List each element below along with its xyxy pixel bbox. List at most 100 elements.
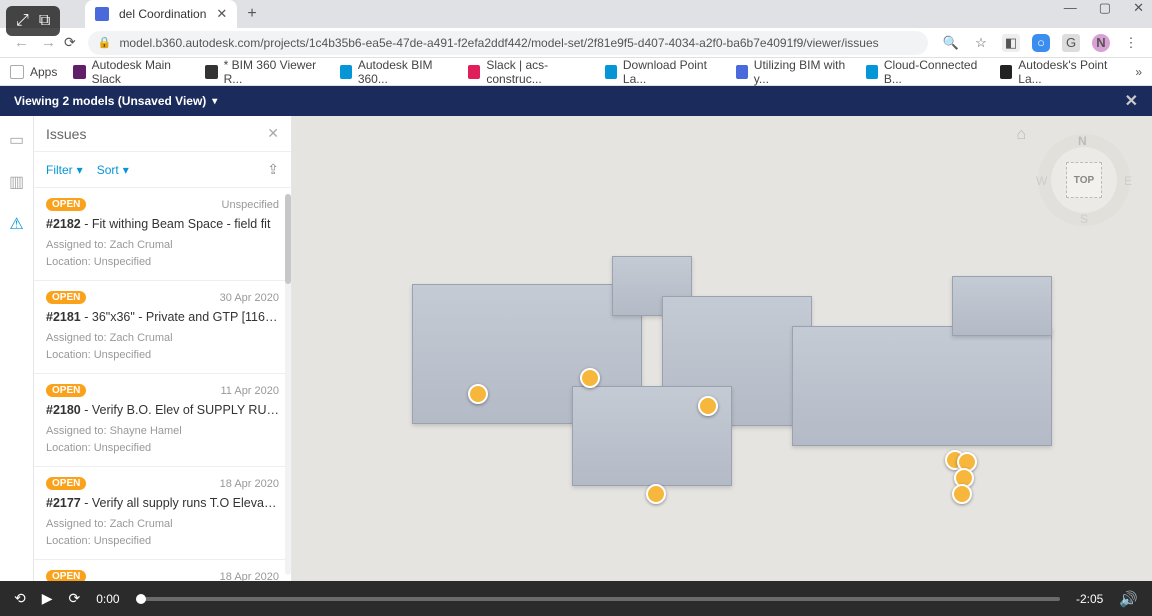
- issue-item[interactable]: OPEN Unspecified #2182 - Fit withing Beam…: [34, 188, 291, 281]
- bookmark-item[interactable]: * BIM 360 Viewer R...: [205, 58, 323, 86]
- floorplan: [412, 256, 1042, 536]
- bookmark-item[interactable]: Autodesk Main Slack: [73, 58, 189, 86]
- profile-avatar[interactable]: N: [1092, 34, 1110, 52]
- video-overlay-controls[interactable]: ⤢ ⧉: [6, 6, 60, 36]
- ext1-icon[interactable]: ◧: [1002, 34, 1020, 52]
- bookmarks-bar: Apps Autodesk Main Slack * BIM 360 Viewe…: [0, 58, 1152, 86]
- browser-tab[interactable]: del Coordination ✕: [85, 0, 237, 28]
- tab-favicon: [95, 7, 109, 21]
- kebab-icon[interactable]: ⋮: [1122, 34, 1140, 52]
- issues-panel: Issues ✕ Filter ▾ Sort ▾ ⇪ OPEN Unspecifi…: [34, 116, 292, 581]
- bookmark-item[interactable]: Autodesk's Point La...: [1000, 58, 1119, 86]
- ext2-icon[interactable]: ○: [1032, 34, 1050, 52]
- compass-n: N: [1078, 134, 1087, 148]
- status-badge: OPEN: [46, 198, 86, 211]
- volume-icon[interactable]: 🔊: [1119, 590, 1138, 608]
- ext3-icon[interactable]: G: [1062, 34, 1080, 52]
- issue-title: #2181 - 36"x36" - Private and GTP [11679…: [46, 310, 279, 324]
- minimize-icon[interactable]: —: [1064, 0, 1077, 16]
- compass-w: W: [1036, 174, 1047, 188]
- progress-bar[interactable]: [136, 597, 1060, 601]
- reload-icon[interactable]: ⟳: [64, 34, 76, 51]
- status-badge: OPEN: [46, 477, 86, 490]
- status-badge: OPEN: [46, 384, 86, 397]
- export-icon[interactable]: ⇪: [267, 161, 279, 178]
- issue-title: #2180 - Verify B.O. Elev of SUPPLY RUNS …: [46, 403, 279, 417]
- issue-title: #2182 - Fit withing Beam Space - field f…: [46, 217, 279, 231]
- issue-meta: Assigned to: Zach CrumalLocation: Unspec…: [46, 516, 279, 549]
- status-badge: OPEN: [46, 570, 86, 581]
- model-viewer[interactable]: ⌂ TOP N S E W: [292, 116, 1152, 581]
- issue-meta: Assigned to: Zach CrumalLocation: Unspec…: [46, 330, 279, 363]
- issue-date: 11 Apr 2020: [220, 385, 279, 397]
- search-icon[interactable]: 🔍: [942, 34, 960, 52]
- rewind-button[interactable]: ⟲: [14, 590, 26, 607]
- issue-date: 30 Apr 2020: [220, 292, 279, 304]
- panel-title: Issues: [46, 126, 86, 142]
- window-close-icon[interactable]: ✕: [1133, 0, 1144, 16]
- issue-date: Unspecified: [222, 199, 279, 211]
- issue-pin[interactable]: [646, 484, 666, 504]
- forward-button[interactable]: ⟳: [69, 590, 81, 607]
- new-tab-button[interactable]: +: [247, 5, 256, 23]
- home-icon[interactable]: ⌂: [1016, 126, 1026, 144]
- current-time: 0:00: [96, 592, 119, 606]
- issue-pin[interactable]: [952, 484, 972, 504]
- remaining-time: -2:05: [1076, 592, 1103, 606]
- back-icon[interactable]: ←: [14, 34, 29, 51]
- expand-icon[interactable]: ⤢: [16, 12, 29, 30]
- tab-title: del Coordination: [119, 7, 206, 21]
- star-icon[interactable]: ☆: [972, 34, 990, 52]
- issue-meta: Assigned to: Shayne HamelLocation: Unspe…: [46, 423, 279, 456]
- compass-s: S: [1080, 212, 1088, 226]
- scrollbar-track[interactable]: [285, 194, 291, 575]
- issue-item[interactable]: OPEN 30 Apr 2020 #2181 - 36"x36" - Privat…: [34, 281, 291, 374]
- bookmark-item[interactable]: Cloud-Connected B...: [866, 58, 984, 86]
- bookmark-item[interactable]: Autodesk BIM 360...: [340, 58, 453, 86]
- lock-icon: 🔒: [98, 36, 112, 49]
- issue-item[interactable]: OPEN18 Apr 2020 #2176 - Mechanical Suppl…: [34, 560, 291, 581]
- filter-button[interactable]: Filter ▾: [46, 163, 83, 177]
- issue-date: 18 Apr 2020: [220, 571, 279, 582]
- left-rail: ▭ ▥ ⚠: [0, 116, 34, 581]
- chevron-down-icon: ▾: [77, 163, 83, 177]
- issues-list[interactable]: OPEN Unspecified #2182 - Fit withing Beam…: [34, 188, 291, 581]
- address-bar: ← → ⟳ 🔒 model.b360.autodesk.com/projects…: [0, 28, 1152, 58]
- url-text: model.b360.autodesk.com/projects/1c4b35b…: [119, 36, 878, 50]
- compass-e: E: [1124, 174, 1132, 188]
- bookmarks-overflow-icon[interactable]: »: [1135, 65, 1142, 79]
- scrollbar-thumb[interactable]: [285, 194, 291, 284]
- pip-icon[interactable]: ⧉: [39, 12, 50, 30]
- browser-tab-strip: del Coordination ✕ + — ▢ ✕: [0, 0, 1152, 28]
- issue-pin[interactable]: [580, 368, 600, 388]
- status-badge: OPEN: [46, 291, 86, 304]
- issue-pin[interactable]: [698, 396, 718, 416]
- view-cube[interactable]: TOP N S E W: [1038, 134, 1130, 226]
- cube-face[interactable]: TOP: [1066, 162, 1102, 198]
- progress-thumb[interactable]: [136, 594, 146, 604]
- issue-meta: Assigned to: Zach CrumalLocation: Unspec…: [46, 237, 279, 270]
- issue-title: #2177 - Verify all supply runs T.O Eleva…: [46, 496, 279, 510]
- issue-item[interactable]: OPEN 11 Apr 2020 #2180 - Verify B.O. Elev…: [34, 374, 291, 467]
- play-button[interactable]: ▶: [42, 590, 53, 607]
- issue-item[interactable]: OPEN 18 Apr 2020 #2177 - Verify all suppl…: [34, 467, 291, 560]
- url-input[interactable]: 🔒 model.b360.autodesk.com/projects/1c4b3…: [88, 31, 928, 55]
- issue-pin[interactable]: [468, 384, 488, 404]
- chevron-down-icon[interactable]: ▾: [212, 96, 217, 107]
- apps-button[interactable]: Apps: [10, 65, 57, 79]
- issues-icon[interactable]: ⚠: [9, 214, 23, 234]
- maximize-icon[interactable]: ▢: [1099, 0, 1111, 16]
- bookmark-item[interactable]: Slack | acs-construc...: [468, 58, 589, 86]
- close-icon[interactable]: ✕: [1125, 91, 1138, 111]
- bookmark-item[interactable]: Download Point La...: [605, 58, 720, 86]
- sort-button[interactable]: Sort ▾: [97, 163, 129, 177]
- view-title: Viewing 2 models (Unsaved View): [14, 94, 206, 108]
- issue-date: 18 Apr 2020: [220, 478, 279, 490]
- models-icon[interactable]: ▭: [9, 130, 24, 150]
- forward-icon[interactable]: →: [41, 34, 56, 51]
- bookmark-item[interactable]: Utilizing BIM with y...: [736, 58, 850, 86]
- video-controls: ⟲ ▶ ⟳ 0:00 -2:05 🔊: [0, 581, 1152, 616]
- close-icon[interactable]: ✕: [216, 6, 227, 22]
- layers-icon[interactable]: ▥: [9, 172, 24, 192]
- close-icon[interactable]: ✕: [267, 125, 279, 142]
